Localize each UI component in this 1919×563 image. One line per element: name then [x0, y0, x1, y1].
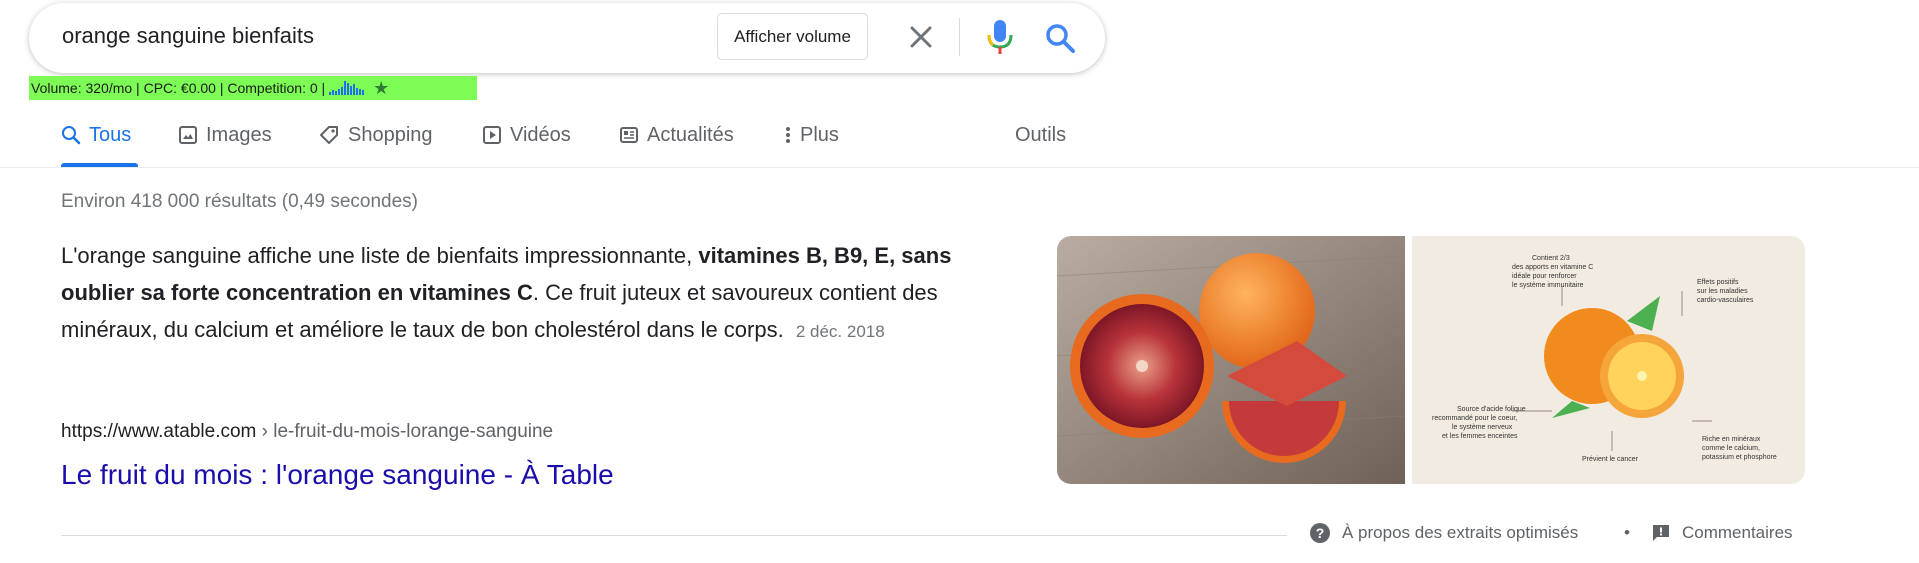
- infographic-label: Contient 2/3: [1532, 255, 1570, 262]
- trend-bar: [350, 86, 353, 95]
- benefits-infographic[interactable]: Contient 2/3 des apports en vitamine C i…: [1412, 236, 1805, 484]
- trend-bar: [344, 81, 347, 95]
- trend-bar: [329, 92, 332, 95]
- tab-label: Actualités: [647, 123, 734, 146]
- help-icon: ?: [1310, 523, 1330, 543]
- trend-bar: [356, 88, 359, 95]
- tab-actualites[interactable]: Actualités: [619, 122, 734, 148]
- close-icon[interactable]: [906, 22, 936, 52]
- infographic-label: Source d'acide folique: [1457, 406, 1526, 413]
- footer-separator: •: [1624, 523, 1630, 542]
- snippet-text-start: L'orange sanguine affiche une liste de b…: [61, 243, 699, 268]
- about-snippets-label: À propos des extraits optimisés: [1342, 523, 1579, 542]
- tab-label: Plus: [800, 123, 839, 146]
- star-icon[interactable]: ★: [373, 78, 389, 99]
- tab-shopping[interactable]: Shopping: [318, 122, 433, 148]
- infographic-label: idéale pour renforcer: [1512, 273, 1577, 280]
- infographic-label: potassium et phosphore: [1702, 454, 1777, 461]
- feedback-label: Commentaires: [1682, 523, 1793, 542]
- feedback-link[interactable]: Commentaires: [1652, 523, 1793, 543]
- image-icon: [179, 126, 197, 144]
- result-title-link[interactable]: Le fruit du mois : l'orange sanguine - À…: [61, 459, 614, 491]
- infographic-label: le système immunitaire: [1512, 282, 1584, 289]
- tab-plus[interactable]: Plus: [784, 122, 839, 148]
- trend-bar: [338, 89, 341, 95]
- play-icon: [483, 126, 501, 144]
- show-volume-button[interactable]: Afficher volume: [717, 13, 868, 60]
- infographic-label: recommandé pour le coeur,: [1432, 415, 1517, 422]
- more-vert-icon: [786, 127, 790, 143]
- infographic-label: Effets positifs: [1697, 279, 1739, 286]
- trend-bar: [341, 87, 344, 95]
- search-divider: [959, 18, 960, 56]
- news-icon: [620, 127, 638, 143]
- infographic-label: et les femmes enceintes: [1442, 433, 1518, 440]
- infographic-label: des apports en vitamine C: [1512, 264, 1593, 271]
- infographic-label: cardio-vasculaires: [1697, 297, 1754, 304]
- infographic-label: sur les maladies: [1697, 288, 1748, 295]
- result-url[interactable]: https://www.atable.com › le-fruit-du-moi…: [61, 421, 553, 443]
- tools-button[interactable]: Outils: [1015, 122, 1066, 148]
- trend-bar: [353, 84, 356, 95]
- trend-sparkline: [329, 81, 365, 95]
- search-icon: [62, 126, 81, 145]
- result-url-path: › le-fruit-du-mois-lorange-sanguine: [256, 421, 554, 442]
- result-url-domain: https://www.atable.com: [61, 421, 257, 442]
- trend-bar: [362, 90, 365, 95]
- result-divider: [61, 535, 1287, 536]
- feedback-icon: [1653, 525, 1669, 541]
- blood-orange-photo[interactable]: [1057, 236, 1405, 484]
- featured-snippet-text: L'orange sanguine affiche une liste de b…: [61, 237, 961, 350]
- trend-bar: [335, 91, 338, 95]
- snippet-date: 2 déc. 2018: [795, 322, 885, 341]
- about-snippets-link[interactable]: ? À propos des extraits optimisés: [1310, 523, 1578, 543]
- result-stats: Environ 418 000 résultats (0,49 secondes…: [61, 191, 418, 212]
- tab-videos[interactable]: Vidéos: [482, 122, 571, 148]
- tab-label: Images: [206, 123, 272, 146]
- tab-label: Vidéos: [510, 123, 571, 146]
- keyword-stats-text: Volume: 320/mo | CPC: €0.00 | Competitio…: [31, 80, 326, 96]
- tab-tous[interactable]: Tous: [61, 122, 131, 148]
- trend-bar: [332, 90, 335, 95]
- tabs-divider: [0, 167, 1919, 168]
- microphone-icon[interactable]: [985, 18, 1015, 56]
- tag-icon: [320, 126, 338, 144]
- search-submit-icon[interactable]: [1044, 22, 1076, 54]
- keyword-stats-bar: Volume: 320/mo | CPC: €0.00 | Competitio…: [29, 76, 477, 100]
- trend-bar: [347, 83, 350, 95]
- search-input[interactable]: orange sanguine bienfaits: [62, 23, 314, 49]
- tab-images[interactable]: Images: [178, 122, 272, 148]
- infographic-label: le système nerveux: [1452, 424, 1513, 431]
- svg-text:?: ?: [1316, 525, 1325, 541]
- infographic-label: Prévient le cancer: [1582, 456, 1639, 463]
- infographic-label: Riche en minéraux: [1702, 436, 1761, 443]
- infographic-label: comme le calcium,: [1702, 445, 1760, 452]
- tab-label: Tous: [89, 123, 132, 146]
- tab-label: Shopping: [348, 123, 433, 146]
- trend-bar: [359, 89, 362, 95]
